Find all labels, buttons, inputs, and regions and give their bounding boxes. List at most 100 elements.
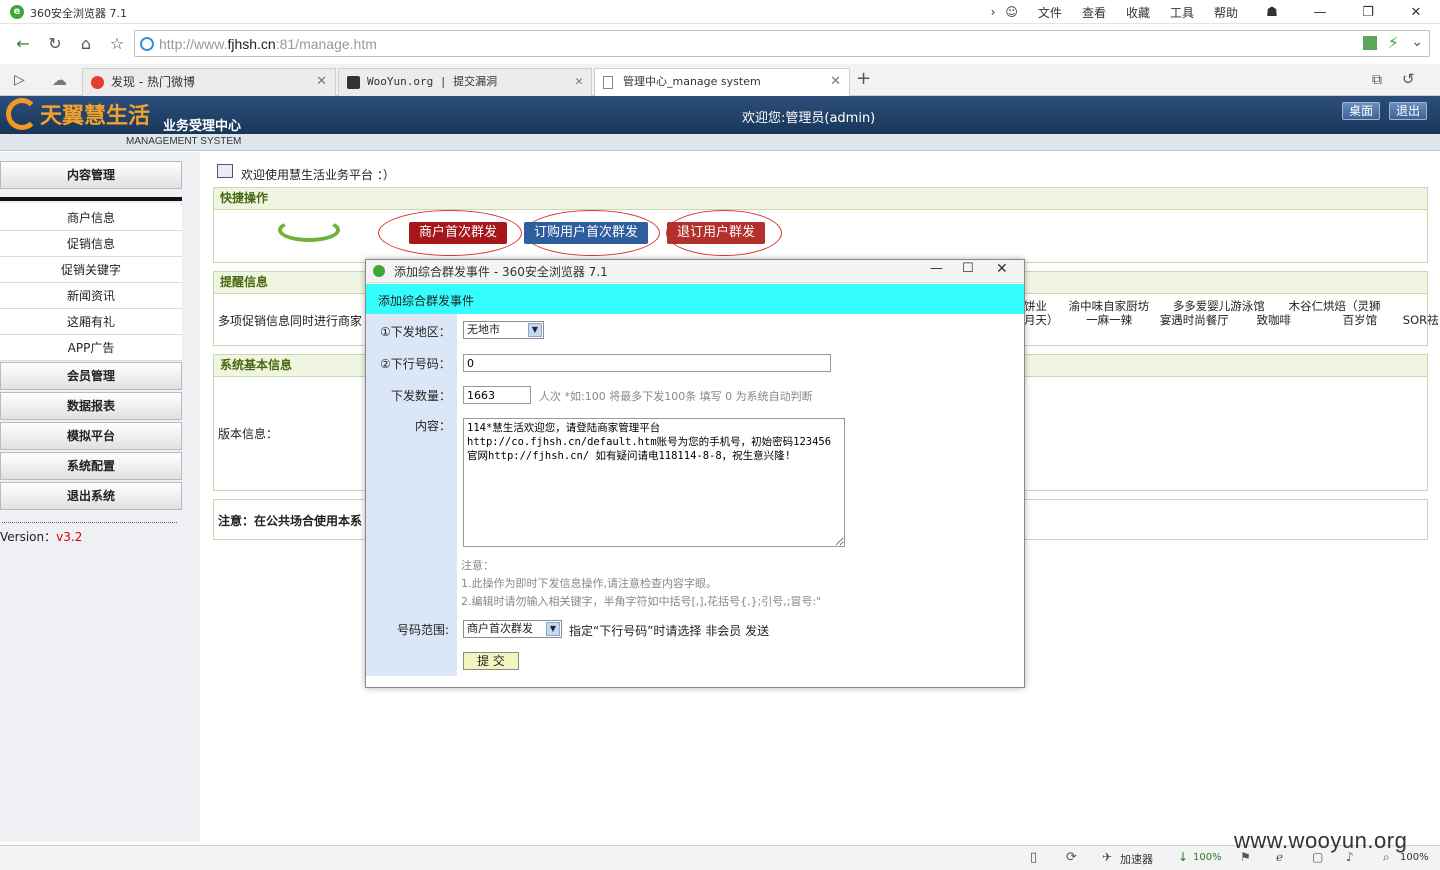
new-tab-icon[interactable]: + [856,68,871,89]
sidebar-group-exit[interactable]: 退出系统 [0,482,182,510]
menu-view[interactable]: 查看 [1082,4,1106,21]
header-subtitle-en: MANAGEMENT SYSTEM [126,136,242,147]
popup-titlebar: 添加综合群发事件 - 360安全浏览器 7.1 — ☐ ✕ [366,260,1024,283]
download-icon[interactable]: ↓ [1178,850,1188,864]
tab-close-icon[interactable]: ✕ [316,69,327,95]
popup-close-icon[interactable]: ✕ [996,261,1008,277]
close-icon[interactable]: ✕ [1402,5,1430,20]
sidebar-group-reports[interactable]: 数据报表 [0,392,182,420]
cloud-icon[interactable]: ☁ [52,71,67,89]
content-textarea[interactable]: 114*慧生活欢迎您，请登陆商家管理平台http://co.fjhsh.cn/d… [463,418,845,547]
decorative-swirl-icon [278,218,340,242]
qrcode-icon[interactable] [1363,36,1377,50]
notice-title: 注意： [461,559,494,572]
popup-window-title: 添加综合群发事件 - 360安全浏览器 7.1 [394,265,608,279]
undo-close-icon[interactable]: ↺ [1402,70,1415,88]
subscriber-first-send-button[interactable]: 订购用户首次群发 [524,222,649,244]
region-select[interactable]: 无地市 ▼ [463,321,544,339]
weibo-icon [91,76,104,89]
url-input[interactable]: http://www.fjhsh.cn:81/manage.htm ⚡ ⌄ [134,30,1430,57]
menu-tools[interactable]: 工具 [1170,4,1194,21]
chevron-down-icon: ▼ [528,323,542,337]
shop-name: 致咖啡 [1256,313,1291,327]
sidebar-toggle-icon[interactable]: ▷ [14,72,25,88]
popup-minimize-icon[interactable]: — [930,261,943,276]
refresh-icon[interactable]: ↻ [44,33,66,55]
unsubscriber-send-button[interactable]: 退订用户群发 [667,222,766,244]
shop-name: 宴遇时尚餐厅 [1159,313,1229,327]
sidebar-item-merchant[interactable]: 商户信息 [0,205,182,231]
address-bar-row: ← ↻ ⌂ ☆ http://www.fjhsh.cn:81/manage.ht… [0,25,1440,63]
tab-close-icon[interactable]: ✕ [575,69,583,95]
accelerator-icon[interactable]: ✈ [1102,850,1112,864]
phone-icon[interactable]: ▯ [1030,850,1037,865]
notice-text: 注意：在公共场合使用本系 [218,514,363,528]
shop-name: SOR祛 [1402,313,1439,327]
back-icon[interactable]: ← [12,33,34,55]
menu-help[interactable]: 帮助 [1214,4,1238,21]
tab-weibo[interactable]: 发现 - 热门微博 ✕ [82,68,336,96]
star-icon[interactable]: ☆ [106,33,128,55]
brand-logo: 天翼慧生活 [40,103,151,129]
region-selected: 无地市 [467,323,500,336]
sidebar-item-gifts[interactable]: 这厢有礼 [0,309,182,335]
sidebar-item-app-ads[interactable]: APP广告 [0,335,182,361]
menu-favorites[interactable]: 收藏 [1126,4,1150,21]
sidebar-item-keywords[interactable]: 促销关键字 [0,257,182,283]
region-label: ①下发地区： [380,325,451,339]
sidebar-group-simulate[interactable]: 模拟平台 [0,422,182,450]
logout-button[interactable]: 退出 [1389,102,1428,120]
tab-wooyun[interactable]: WooYun.org | 提交漏洞 ✕ [338,68,592,96]
merchant-first-send-button[interactable]: 商户首次群发 [409,222,508,244]
count-label: 下发数量： [391,389,452,403]
quick-actions-title: 快捷操作 [214,188,1427,210]
popup-maximize-icon[interactable]: ☐ [962,261,974,276]
range-select[interactable]: 商户首次群发 ▼ [463,620,562,638]
tab-close-icon[interactable]: ✕ [830,69,841,95]
browser-logo-icon: e [10,5,24,19]
version-line: Version：v3.2 [0,528,82,545]
sidebar-group-config[interactable]: 系统配置 [0,452,182,480]
content-label: 内容： [415,419,452,433]
shop-name: 一麻一辣 [1086,313,1133,327]
restore-tabs-icon[interactable]: ⧉ [1372,72,1382,88]
sidebar-item-news[interactable]: 新闻资讯 [0,283,182,309]
tab-label: WooYun.org | 提交漏洞 [367,75,498,88]
sidebar-content-items: 商户信息 促销信息 促销关键字 新闻资讯 这厢有礼 APP广告 [0,203,182,361]
browser-logo-icon [373,265,385,277]
shop-name: 渝中味自家厨坊 [1068,299,1150,313]
app-header: 天翼慧生活 业务受理中心 欢迎您:管理员(admin) 桌面 退出 [0,96,1440,134]
version-info-label: 版本信息： [218,427,279,441]
url-text: http://www.fjhsh.cn:81/manage.htm [159,36,377,52]
main-welcome: 欢迎使用慧生活业务平台 ：） [241,168,395,182]
book-icon [217,164,233,178]
home-icon[interactable]: ⌂ [75,33,97,55]
minimize-icon[interactable]: — [1306,5,1334,20]
sidebar-item-promotion[interactable]: 促销信息 [0,231,182,257]
accelerator-label[interactable]: 加速器 [1120,851,1153,867]
shop-name: 多多爱婴儿游泳馆 [1172,299,1265,313]
count-input[interactable] [463,386,531,404]
refresh-status-icon[interactable]: ⟳ [1066,850,1077,865]
wooyun-icon [347,76,360,89]
range-label: 号码范围: [397,623,450,637]
chevron-down-icon[interactable]: ⌄ [1411,34,1423,50]
user-icon[interactable]: ☺ [1005,5,1018,19]
skin-icon[interactable]: ☗ [1258,5,1286,20]
menu-file[interactable]: 文件 [1038,4,1062,21]
tab-manage-system[interactable]: 管理中心_manage system ✕ [594,68,850,97]
watermark: www.wooyun.org [1234,828,1408,853]
submit-button[interactable]: 提 交 [463,652,519,670]
maximize-icon[interactable]: ❐ [1354,5,1382,20]
sidebar-group-members[interactable]: 会员管理 [0,362,182,390]
status-bar: ▯ ⟳ ✈ 加速器 ↓ 100% ⚑ ℯ ▢ ♪ ⌕ 100% [0,845,1440,870]
popup-heading-band: 添加综合群发事件 [366,284,1024,314]
notice-line-1: 1.此操作为即时下发信息操作,请注意检查内容字眼。 [461,577,717,590]
desktop-button[interactable]: 桌面 [1342,102,1381,120]
shop-name: 木谷仁烘焙（灵狮 [1288,299,1381,313]
version-value: v3.2 [56,530,83,544]
sidebar-group-content[interactable]: 内容管理 [0,161,182,189]
lightning-icon[interactable]: ⚡ [1388,33,1399,52]
number-input[interactable] [463,354,831,372]
chevron-right-icon[interactable]: › [991,5,996,19]
